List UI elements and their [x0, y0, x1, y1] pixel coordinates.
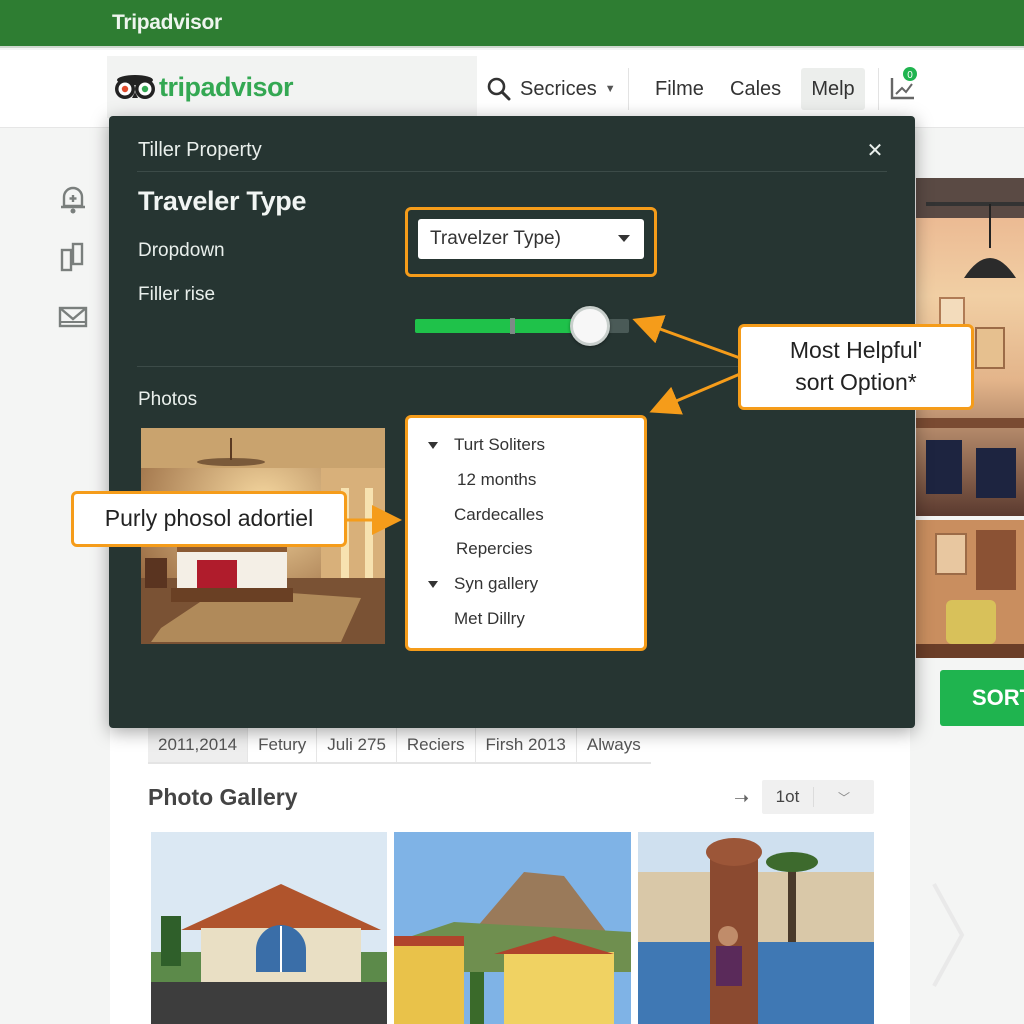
mail-icon[interactable]	[56, 300, 90, 334]
date-tabs: 2011,2014 Fetury Juli 275 Reciers Firsh …	[148, 728, 651, 764]
gallery-title: Photo Gallery	[148, 784, 298, 810]
sort-option-callout-text: Most Helpful' sort Option*	[789, 337, 923, 395]
list-item[interactable]: Syn gallery	[408, 568, 644, 600]
photo-ad-callout: Purly phosol adortiel	[71, 491, 347, 547]
nav-divider	[878, 68, 879, 110]
sort-option-callout: Most Helpful' sort Option*	[738, 324, 974, 410]
filter-property-modal: Tiller Property ✕ Traveler Type Dropdown…	[109, 116, 915, 728]
notification-icon[interactable]: 0	[888, 66, 922, 102]
tab-fetury[interactable]: Fetury	[248, 728, 318, 762]
photos-label: Photos	[138, 389, 198, 410]
search-icon	[487, 77, 511, 101]
photo-ad-callout-text: Purly phosol adortiel	[104, 505, 314, 532]
window-title-bar: Tripadvisor	[0, 0, 1024, 48]
dropdown-highlight: Travelzer Type)	[405, 207, 657, 277]
sort-options-list: Turt Soliters 12 months Cardecalles Repe…	[405, 415, 647, 651]
owl-logo-icon	[115, 75, 155, 99]
chevron-down-icon: ﹀	[837, 790, 850, 805]
tab-always[interactable]: Always	[577, 728, 651, 762]
nav-link-cales[interactable]: Cales	[730, 78, 781, 101]
gallery-photo[interactable]	[394, 832, 631, 1024]
modal-title: Tiller Property	[138, 139, 262, 161]
sort-button[interactable]: SORT	[940, 670, 1024, 726]
logo-text: tripadvisor	[159, 72, 294, 102]
hotel-room-photo[interactable]	[916, 520, 1024, 658]
gallery-select-value: 1ot	[762, 787, 814, 807]
gallery-photo[interactable]	[151, 832, 387, 1024]
gallery-sort-select[interactable]: 1ot ﹀	[762, 780, 874, 814]
bookmarks-icon[interactable]	[56, 240, 90, 274]
chevron-right-icon[interactable]	[928, 880, 968, 990]
triangle-bullet-icon	[428, 442, 438, 449]
services-menu[interactable]: Secrices ▼	[486, 72, 616, 106]
section-title: Traveler Type	[138, 186, 307, 216]
slider-fill	[415, 319, 591, 333]
tab-reciers[interactable]: Reciers	[397, 728, 476, 762]
tab-juli-275[interactable]: Juli 275	[317, 728, 397, 762]
slider-thumb[interactable]	[570, 306, 611, 346]
list-item[interactable]: Cardecalles	[408, 499, 644, 531]
list-item[interactable]: Repercies	[408, 533, 644, 565]
help-button[interactable]: Melp	[801, 68, 865, 110]
nav-divider	[628, 68, 629, 110]
chevron-down-icon	[618, 235, 630, 242]
divider	[137, 171, 887, 172]
close-icon[interactable]: ✕	[861, 136, 889, 164]
filter-slider[interactable]	[415, 306, 629, 346]
logo[interactable]: tripadvisor	[107, 56, 477, 118]
arrow-right-icon[interactable]: ➝	[734, 788, 749, 809]
chevron-down-icon: ▼	[604, 83, 616, 95]
notification-badge: 0	[907, 70, 913, 81]
tab-firsh-2013[interactable]: Firsh 2013	[476, 728, 577, 762]
gallery-photo[interactable]	[638, 832, 874, 1024]
dropdown-value: Travelzer Type)	[430, 228, 561, 249]
window-title: Tripadvisor	[112, 11, 222, 34]
slider-end-marker	[510, 318, 515, 334]
triangle-bullet-icon	[428, 581, 438, 588]
bell-icon[interactable]	[56, 182, 90, 216]
nav-link-films[interactable]: Filme	[655, 78, 704, 101]
tab-2011-2014[interactable]: 2011,2014	[148, 728, 249, 762]
list-item[interactable]: Met Dillry	[408, 603, 644, 635]
list-item[interactable]: 12 months	[408, 464, 644, 496]
list-item[interactable]: Turt Soliters	[408, 429, 644, 461]
services-label: Secrices	[520, 77, 597, 100]
traveler-type-dropdown[interactable]: Travelzer Type)	[418, 219, 644, 259]
dropdown-label: Dropdown	[138, 240, 225, 261]
slider-label: Filler rise	[138, 284, 216, 305]
